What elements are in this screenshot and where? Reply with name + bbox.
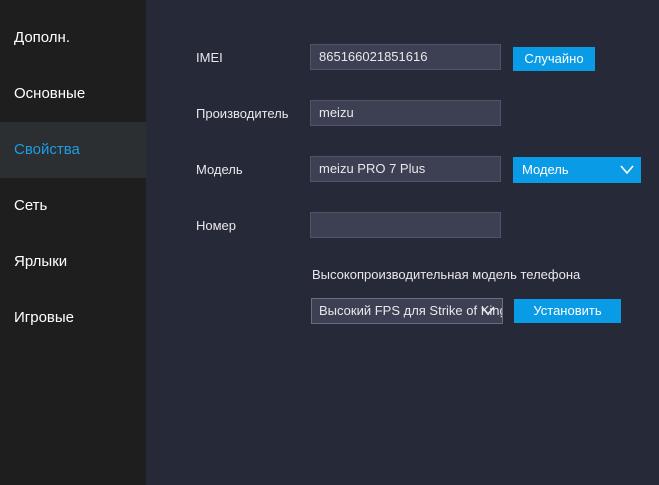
number-field[interactable] xyxy=(310,212,501,238)
install-button[interactable]: Установить xyxy=(514,299,621,323)
random-imei-button[interactable]: Случайно xyxy=(513,47,595,71)
model-select[interactable]: Модель xyxy=(513,157,641,183)
model-label: Модель xyxy=(196,162,243,177)
imei-label: IMEI xyxy=(196,50,223,65)
manufacturer-label: Производитель xyxy=(196,106,289,121)
sidebar-item-extra[interactable]: Дополн. xyxy=(0,10,146,66)
hp-model-select[interactable]: Высокий FPS для Strike of Kings xyxy=(311,298,503,324)
imei-field[interactable]: 865166021851616 xyxy=(310,44,501,70)
hp-model-label: Высокопроизводительная модель телефона xyxy=(312,267,581,282)
hp-model-select-value: Высокий FPS для Strike of Kings xyxy=(319,303,503,318)
chevron-down-icon xyxy=(480,298,496,324)
sidebar-item-gaming[interactable]: Игровые xyxy=(0,290,146,346)
number-label: Номер xyxy=(196,218,237,233)
chevron-down-icon xyxy=(619,157,635,183)
manufacturer-field[interactable]: meizu xyxy=(310,100,501,126)
sidebar-item-properties[interactable]: Свойства xyxy=(0,122,146,178)
sidebar-item-network[interactable]: Сеть xyxy=(0,178,146,234)
app-window: Дополн. Основные Свойства Сеть Ярлыки Иг… xyxy=(0,0,659,485)
model-select-label: Модель xyxy=(522,162,569,177)
sidebar-item-shortcuts[interactable]: Ярлыки xyxy=(0,234,146,290)
model-field[interactable]: meizu PRO 7 Plus xyxy=(310,156,501,182)
sidebar: Дополн. Основные Свойства Сеть Ярлыки Иг… xyxy=(0,0,146,485)
properties-panel: IMEI 865166021851616 Случайно Производит… xyxy=(146,0,659,485)
sidebar-item-basic[interactable]: Основные xyxy=(0,66,146,122)
